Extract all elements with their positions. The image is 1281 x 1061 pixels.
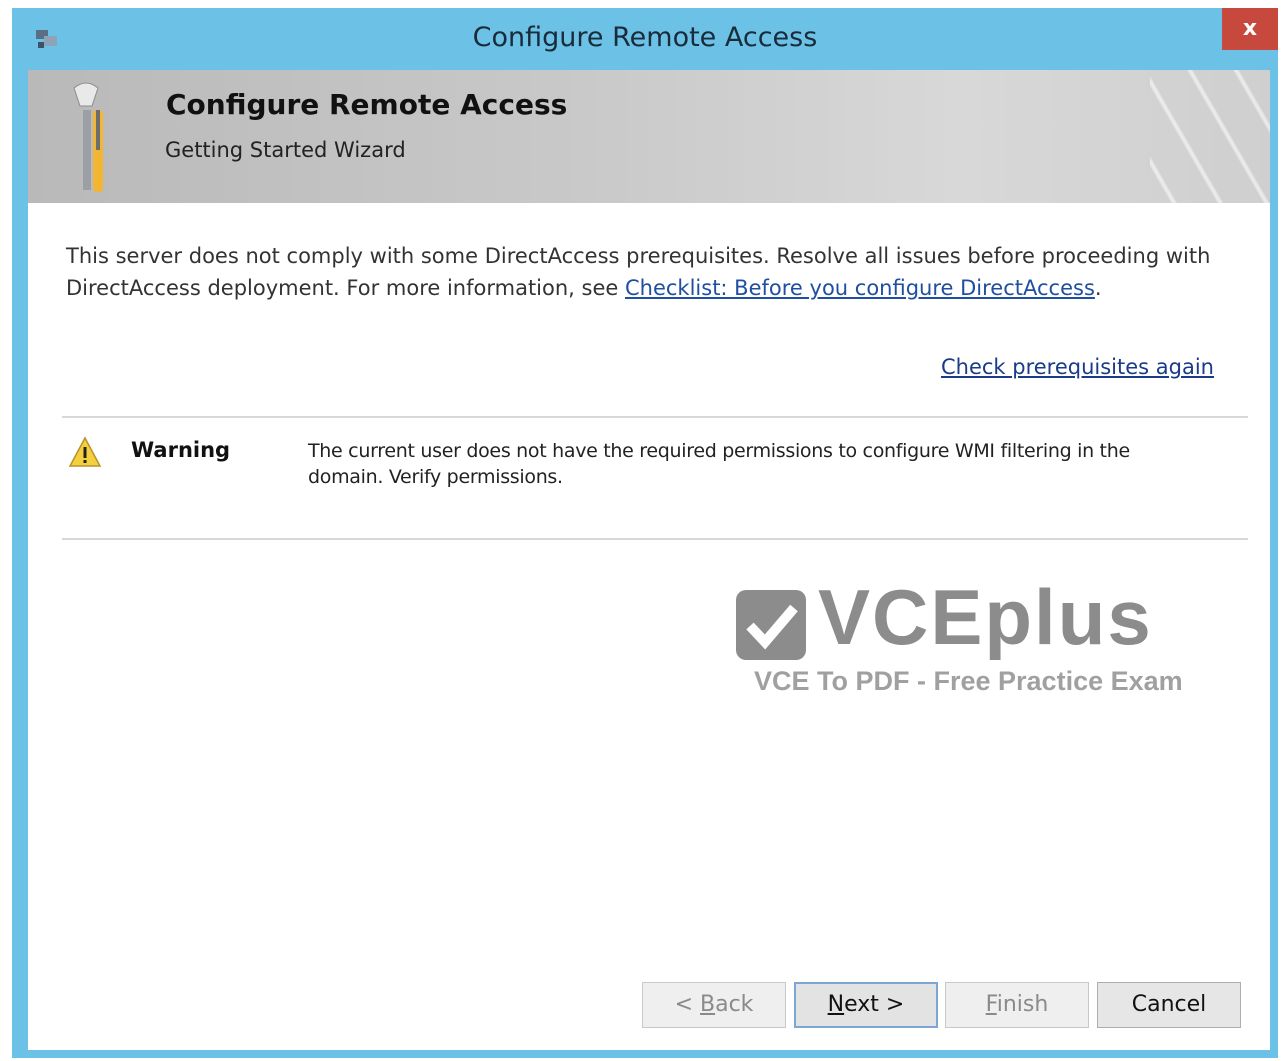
tool-icon bbox=[73, 82, 103, 192]
intro-trailing: . bbox=[1094, 276, 1102, 300]
back-button[interactable]: < Back bbox=[642, 982, 786, 1028]
watermark: VCEplus VCE To PDF - Free Practice Exam bbox=[736, 573, 1256, 696]
back-prefix: < bbox=[674, 992, 700, 1017]
warning-label: Warning bbox=[131, 438, 231, 462]
title-bar[interactable]: Configure Remote Access x bbox=[12, 8, 1278, 70]
checklist-link[interactable]: Checklist: Before you configure DirectAc… bbox=[625, 276, 1095, 300]
header-decoration bbox=[1150, 70, 1270, 203]
watermark-tagline: VCE To PDF - Free Practice Exam bbox=[754, 666, 1183, 696]
warning-icon bbox=[68, 436, 102, 467]
divider-top bbox=[62, 416, 1248, 418]
finish-mnemonic: F bbox=[985, 992, 997, 1017]
watermark-check-icon bbox=[736, 590, 806, 660]
next-rest: ext > bbox=[844, 992, 905, 1017]
wizard-title: Configure Remote Access bbox=[166, 88, 568, 121]
cancel-button[interactable]: Cancel bbox=[1097, 982, 1241, 1028]
prerequisite-summary: This server does not comply with some Di… bbox=[66, 240, 1216, 304]
wizard-header: Configure Remote Access Getting Started … bbox=[28, 70, 1270, 203]
wizard-subtitle: Getting Started Wizard bbox=[165, 138, 406, 162]
back-rest: ack bbox=[715, 992, 754, 1017]
finish-button[interactable]: Finish bbox=[945, 982, 1089, 1028]
close-button[interactable]: x bbox=[1222, 8, 1278, 50]
back-mnemonic: B bbox=[700, 992, 716, 1017]
finish-rest: inish bbox=[996, 992, 1049, 1017]
next-button[interactable]: Next > bbox=[794, 982, 938, 1028]
wizard-window: Configure Remote Access x Configure Remo… bbox=[12, 8, 1278, 1058]
warning-message: The current user does not have the requi… bbox=[308, 440, 1130, 488]
window-title: Configure Remote Access bbox=[472, 22, 818, 53]
check-prerequisites-again-link[interactable]: Check prerequisites again bbox=[941, 355, 1214, 379]
watermark-brand: VCEplus bbox=[818, 573, 1153, 661]
divider-bottom bbox=[62, 538, 1248, 540]
wizard-body: Configure Remote Access Getting Started … bbox=[28, 70, 1270, 1050]
next-mnemonic: N bbox=[827, 992, 845, 1017]
